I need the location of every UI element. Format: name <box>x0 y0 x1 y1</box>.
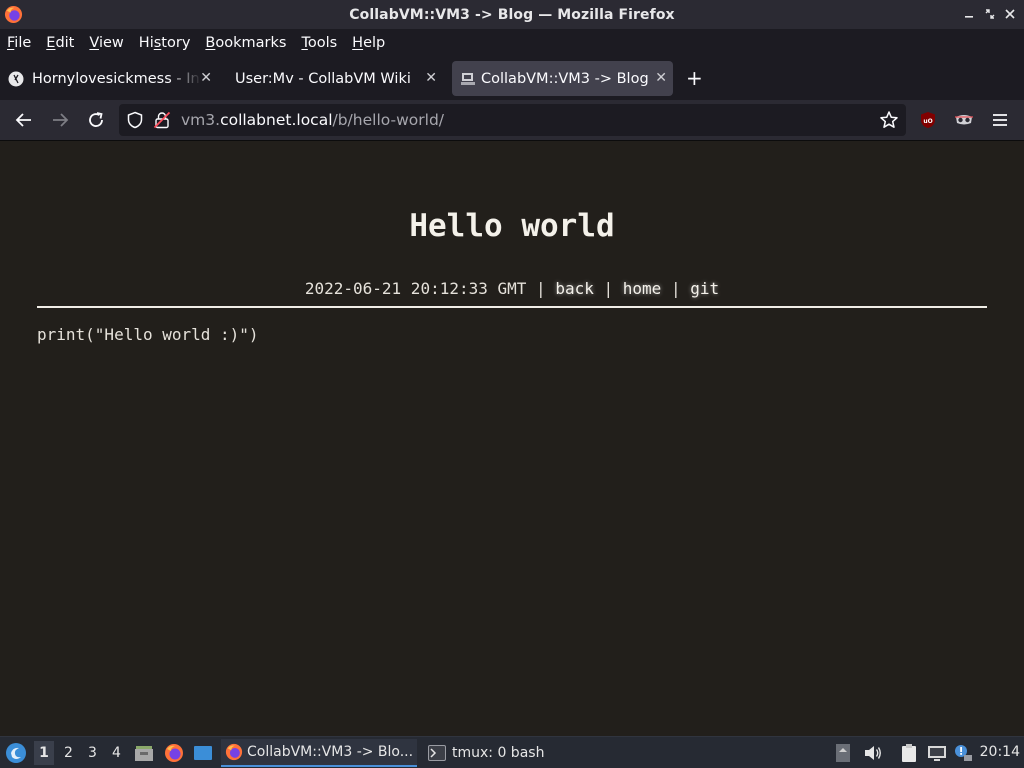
scroll-indicator-icon[interactable] <box>835 743 853 763</box>
firefox-icon <box>4 5 23 24</box>
tab-close-icon[interactable]: ✕ <box>200 70 212 86</box>
site-favicon-icon <box>8 71 24 86</box>
restore-icon[interactable] <box>983 6 997 22</box>
post-meta: 2022-06-21 20:12:33 GMT | back | home | … <box>304 279 720 298</box>
terminal-icon <box>428 745 446 761</box>
insecure-lock-icon[interactable] <box>153 111 171 133</box>
back-link[interactable]: back <box>555 279 594 298</box>
forward-arrow-icon[interactable] <box>49 109 71 131</box>
page-content: Hello world 2022-06-21 20:12:33 GMT | ba… <box>0 141 1024 736</box>
url-text[interactable]: vm3.collabnet.local/b/hello-world/ <box>181 111 444 129</box>
tab-label: User:Mv - CollabVM Wiki <box>235 70 411 87</box>
git-link[interactable]: git <box>690 279 719 298</box>
reload-icon[interactable] <box>85 109 107 131</box>
collabvm-favicon-icon <box>461 72 475 85</box>
task-firefox[interactable]: CollabVM::VM3 -> Blo... <box>221 739 417 767</box>
menu-file[interactable]: File <box>7 35 31 51</box>
divider <box>37 306 987 308</box>
tab-close-icon[interactable]: ✕ <box>655 70 667 86</box>
post-body: print("Hello world :)") <box>37 325 259 344</box>
tab-label: CollabVM::VM3 -> Blog <box>481 70 649 87</box>
new-tab-plus-icon[interactable]: + <box>686 66 703 90</box>
back-arrow-icon[interactable] <box>13 109 35 131</box>
private-mask-icon[interactable] <box>953 109 975 131</box>
clock: 20:14 <box>979 744 1020 760</box>
notification-info-icon[interactable] <box>953 743 972 763</box>
menu-history[interactable]: History <box>139 35 191 51</box>
task-label: CollabVM::VM3 -> Blo... <box>247 744 414 760</box>
window-titlebar: CollabVM::VM3 -> Blog — Mozilla Firefox <box>0 0 1024 29</box>
close-window-icon[interactable] <box>1003 6 1017 22</box>
tab-collabvm-blog[interactable]: CollabVM::VM3 -> Blog ✕ <box>452 61 673 96</box>
page-title: Hello world <box>409 208 615 244</box>
firefox-icon <box>225 743 243 761</box>
ublock-origin-icon[interactable]: uO <box>917 109 939 131</box>
menu-view[interactable]: View <box>89 35 123 51</box>
workspace-1[interactable]: 1 <box>34 741 54 765</box>
network-icon[interactable] <box>927 743 946 763</box>
tab-label: Hornylovesickmess - In <box>32 70 200 87</box>
minimize-icon[interactable] <box>962 6 976 22</box>
task-label: tmux: 0 bash <box>452 745 545 761</box>
workspace-4[interactable]: 4 <box>112 745 121 761</box>
menu-help[interactable]: Help <box>352 35 385 51</box>
firefox-launcher-icon[interactable] <box>164 743 184 767</box>
workspace-3[interactable]: 3 <box>88 745 97 761</box>
window-title: CollabVM::VM3 -> Blog — Mozilla Firefox <box>349 6 675 23</box>
workspace-2[interactable]: 2 <box>64 745 73 761</box>
tab-close-icon[interactable]: ✕ <box>425 70 437 86</box>
home-link[interactable]: home <box>623 279 662 298</box>
svg-text:uO: uO <box>923 118 932 125</box>
tab-collabvm-wiki[interactable]: User:Mv - CollabVM Wiki ✕ <box>227 61 443 96</box>
menu-bar: File Edit View History Bookmarks Tools H… <box>0 29 1024 56</box>
tab-bar: Hornylovesickmess - In ✕ User:Mv - Colla… <box>0 56 1024 100</box>
start-menu-icon[interactable] <box>5 742 27 768</box>
taskbar: 1 2 3 4 CollabVM::VM3 -> Blo... tmux: 0 … <box>0 736 1024 768</box>
post-date: 2022-06-21 20:12:33 GMT <box>304 279 527 298</box>
volume-icon[interactable] <box>863 743 881 763</box>
file-manager-icon[interactable] <box>134 743 154 767</box>
url-bar[interactable]: vm3.collabnet.local/b/hello-world/ <box>119 104 906 136</box>
tab-hornylovesickmess[interactable]: Hornylovesickmess - In ✕ <box>8 61 218 96</box>
navigation-toolbar: vm3.collabnet.local/b/hello-world/ uO <box>0 100 1024 141</box>
menu-tools[interactable]: Tools <box>301 35 337 51</box>
tracking-protection-shield-icon[interactable] <box>126 111 144 133</box>
menu-bookmarks[interactable]: Bookmarks <box>205 35 286 51</box>
task-terminal[interactable]: tmux: 0 bash <box>424 739 584 767</box>
bookmark-star-icon[interactable] <box>879 110 899 134</box>
clipboard-icon[interactable] <box>899 743 917 763</box>
menu-edit[interactable]: Edit <box>46 35 74 51</box>
show-desktop-icon[interactable] <box>193 744 213 766</box>
hamburger-menu-icon[interactable] <box>989 109 1011 131</box>
